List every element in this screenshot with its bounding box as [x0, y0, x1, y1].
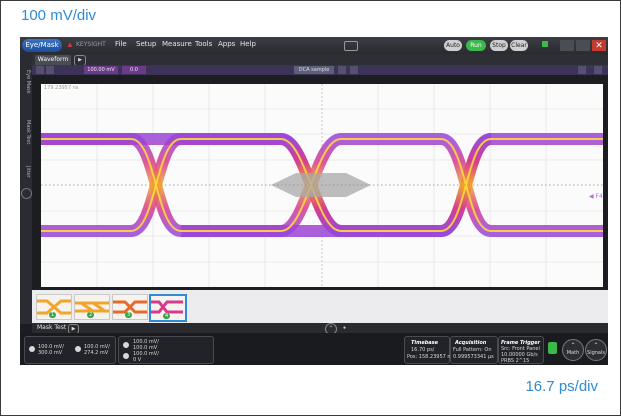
channel-color-icon — [75, 346, 81, 352]
acquisition-mode-chip[interactable]: DCA sample — [294, 66, 334, 74]
channel-level-marker[interactable]: ◀ F4 — [589, 193, 603, 200]
menu-tools[interactable]: Tools — [195, 40, 212, 48]
trigger-pattern: PRBS 2^15 — [501, 358, 530, 364]
stop-button[interactable]: Stop — [490, 40, 508, 51]
timebase-scale: 16.70 ps/ — [411, 347, 435, 353]
lock-icon[interactable] — [548, 342, 557, 354]
timebase-panel[interactable]: Timebase 16.70 ps/ Pos: 158.23957 ns — [404, 336, 454, 364]
thumbnail-3[interactable]: 3 — [112, 294, 148, 320]
thumbnail-number: 2 — [87, 312, 95, 318]
ch4-offset: 0 V — [133, 357, 142, 363]
panel-toggle-icon[interactable] — [21, 188, 32, 199]
figure-frame: 100 mV/div Eye/Mask ▲ KEYSIGHT File Setu… — [0, 0, 621, 416]
auto-scale-button[interactable]: Auto Scale — [444, 40, 462, 60]
page-dot-icon: ● — [343, 325, 347, 331]
channel-status-group-1[interactable]: 100.0 mV/ 300.0 mV 100.0 mV/ 274.2 mV — [24, 336, 116, 364]
chevron-up-icon: ⌃ — [570, 342, 576, 349]
math-label: Math — [566, 350, 580, 356]
acquisition-pattern: Full Pattern: On — [453, 347, 492, 353]
maximize-icon[interactable] — [576, 40, 590, 51]
layout-icon[interactable] — [578, 66, 586, 74]
waveform-tab-row: Waveform ▶ — [32, 54, 608, 66]
settings-icon[interactable] — [350, 66, 358, 74]
signals-button[interactable]: ⌃ Signals — [585, 339, 607, 361]
ch2-offset: 274.2 mV — [84, 350, 109, 356]
thumbnail-4[interactable]: 4 — [149, 294, 187, 322]
keysight-logo-icon: ▲ — [66, 40, 74, 49]
grid-icon[interactable] — [594, 66, 602, 74]
menu-setup[interactable]: Setup — [136, 40, 156, 48]
tab-mask-test[interactable]: Mask Test — [37, 324, 66, 331]
timebase-position: Pos: 158.23957 ns — [407, 354, 454, 360]
ch1-offset: 300.0 mV — [38, 350, 63, 356]
close-icon[interactable]: ✕ — [592, 40, 606, 51]
eye-diagram-svg — [41, 84, 603, 287]
eye-thumbnails: 1 2 3 4 — [32, 290, 608, 323]
menu-apps[interactable]: Apps — [218, 40, 235, 48]
clear-button[interactable]: Clear — [510, 40, 528, 51]
acquisition-length: 0.999573341 µs — [453, 354, 494, 360]
side-tab-eye-mask[interactable]: Eye Mask — [21, 60, 31, 104]
channel-color-icon — [29, 346, 35, 352]
thumbnail-2[interactable]: 2 — [74, 294, 110, 320]
side-tab-jitter[interactable]: Jitter — [21, 158, 31, 186]
eye-diagram-plot[interactable] — [41, 84, 603, 287]
channel-color-icon — [123, 342, 129, 348]
scope-window: Eye/Mask ▲ KEYSIGHT File Setup Measure T… — [20, 37, 608, 365]
tab-waveform[interactable]: Waveform — [35, 55, 71, 65]
plot-corner-label: 179.23957 ns — [44, 85, 79, 91]
company-label: KEYSIGHT — [76, 41, 106, 48]
menu-file[interactable]: File — [115, 40, 127, 48]
channel-status-group-2[interactable]: 100.0 mV/ 100.0 mV 100.0 mV/ 0 V — [118, 336, 214, 364]
menu-measure[interactable]: Measure — [162, 40, 192, 48]
channel-color-icon — [123, 353, 129, 359]
timebase-title: Timebase — [411, 340, 439, 346]
waveform-toolbar: 100.00 mV 0.0 DCA sample — [32, 65, 608, 75]
thumbnail-number: 3 — [125, 312, 133, 318]
horizontal-scale-caption: 16.7 ps/div — [525, 378, 598, 395]
menu-bar: Eye/Mask ▲ KEYSIGHT File Setup Measure T… — [20, 37, 608, 60]
mask-test-bar: Mask Test ▶ ⌃ ● — [32, 323, 608, 335]
minimize-icon[interactable] — [560, 40, 574, 51]
status-bar: 100.0 mV/ 300.0 mV 100.0 mV/ 274.2 mV 10… — [20, 333, 608, 365]
thumbnail-number: 1 — [49, 312, 57, 318]
thumbnail-1[interactable]: 1 — [36, 294, 72, 320]
eye-mask-mode-button[interactable]: Eye/Mask — [22, 39, 62, 52]
side-tab-mask-test[interactable]: Mask Test — [21, 110, 31, 154]
zoom-icon[interactable] — [46, 66, 54, 74]
acquisition-panel[interactable]: Acquisition Full Pattern: On 0.999573341… — [450, 336, 498, 364]
run-button[interactable]: Run — [466, 40, 486, 51]
chevron-up-icon: ⌃ — [593, 342, 599, 349]
status-indicator-icon — [542, 41, 548, 47]
marker-icon[interactable] — [338, 66, 346, 74]
channel-offset-chip[interactable]: 0.0 — [122, 66, 146, 74]
vertical-scale-caption: 100 mV/div — [21, 7, 97, 24]
camera-icon[interactable] — [344, 41, 358, 51]
side-tab-strip: Eye Mask Mask Test Jitter — [20, 54, 32, 324]
math-button[interactable]: ⌃ Math — [562, 339, 584, 361]
channel-scale-chip[interactable]: 100.00 mV — [84, 66, 118, 74]
menu-help[interactable]: Help — [240, 40, 256, 48]
channel-icon[interactable] — [36, 66, 44, 74]
trigger-panel[interactable]: Frame Trigger Src: Front Panel 10.00000 … — [498, 336, 544, 364]
signals-label: Signals — [587, 350, 605, 356]
acquisition-title: Acquisition — [455, 340, 487, 346]
thumbnail-number: 4 — [163, 313, 171, 319]
